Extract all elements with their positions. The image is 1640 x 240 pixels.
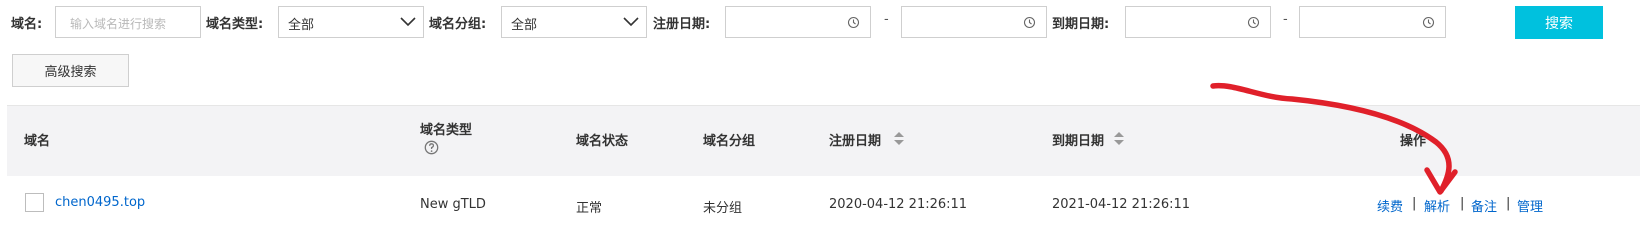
reg-date-end-input[interactable] (901, 6, 1047, 38)
domain-status-cell: 正常 (576, 201, 603, 216)
clock-icon[interactable] (1023, 16, 1036, 29)
remark-link[interactable]: 备注 (1471, 196, 1497, 215)
advanced-search-button[interactable]: 高级搜索 (12, 54, 129, 87)
column-header-type: 域名类型 (420, 123, 473, 138)
chevron-down-icon (400, 17, 416, 27)
clock-icon[interactable] (847, 16, 860, 29)
reg-date-separator: - (884, 12, 889, 27)
exp-date-start-input[interactable] (1125, 6, 1271, 38)
domain-label: 域名: (11, 17, 43, 32)
domain-group-cell: 未分组 (703, 201, 743, 216)
row-checkbox[interactable] (25, 193, 44, 212)
reg-date-label: 注册日期: (653, 17, 711, 32)
domain-type-cell: New gTLD (420, 197, 486, 212)
domain-search-placeholder: 输入域名进行搜索 (70, 17, 167, 31)
domain-group-value: 全部 (511, 18, 538, 33)
sort-icon[interactable] (893, 130, 905, 147)
resolve-link[interactable]: 解析 (1424, 196, 1450, 215)
domain-search-input[interactable]: 输入域名进行搜索 (55, 6, 201, 38)
search-button[interactable]: 搜索 (1515, 6, 1603, 39)
action-separator: | (1412, 196, 1417, 211)
column-header-actions: 操作 (1400, 134, 1427, 149)
domain-group-select[interactable]: 全部 (501, 6, 647, 38)
column-header-group: 域名分组 (703, 134, 756, 149)
clock-icon[interactable] (1247, 16, 1260, 29)
exp-date-cell: 2021-04-12 21:26:11 (1052, 197, 1191, 212)
chevron-down-icon (623, 17, 639, 27)
clock-icon[interactable] (1422, 16, 1435, 29)
reg-date-cell: 2020-04-12 21:26:11 (829, 197, 968, 212)
table-row: chen0495.top New gTLD 正常 未分组 2020-04-12 … (7, 176, 1640, 235)
domain-link[interactable]: chen0495.top (55, 195, 145, 210)
domain-type-select[interactable]: 全部 (278, 6, 424, 38)
help-icon[interactable] (424, 140, 439, 155)
column-header-reg-date[interactable]: 注册日期 (829, 130, 881, 149)
renew-link[interactable]: 续费 (1377, 196, 1403, 215)
reg-date-start-input[interactable] (725, 6, 871, 38)
exp-date-separator: - (1283, 12, 1288, 27)
exp-date-label: 到期日期: (1052, 17, 1110, 32)
manage-link[interactable]: 管理 (1517, 196, 1543, 215)
action-separator: | (1460, 196, 1465, 211)
exp-date-end-input[interactable] (1299, 6, 1446, 38)
column-header-exp-date[interactable]: 到期日期 (1052, 130, 1104, 149)
domain-type-value: 全部 (288, 18, 315, 33)
filter-bar: 域名: 输入域名进行搜索 域名类型: 全部 域名分组: 全部 注册日期: - 到… (0, 0, 1640, 46)
domain-group-label: 域名分组: (429, 17, 487, 32)
sort-icon[interactable] (1113, 130, 1125, 147)
column-header-domain: 域名 (24, 134, 51, 149)
domain-type-label: 域名类型: (206, 17, 264, 32)
column-header-status: 域名状态 (576, 134, 629, 149)
table-header: 域名 域名类型 域名状态 域名分组 注册日期 到期日期 操作 (7, 105, 1640, 176)
action-separator: | (1506, 196, 1511, 211)
